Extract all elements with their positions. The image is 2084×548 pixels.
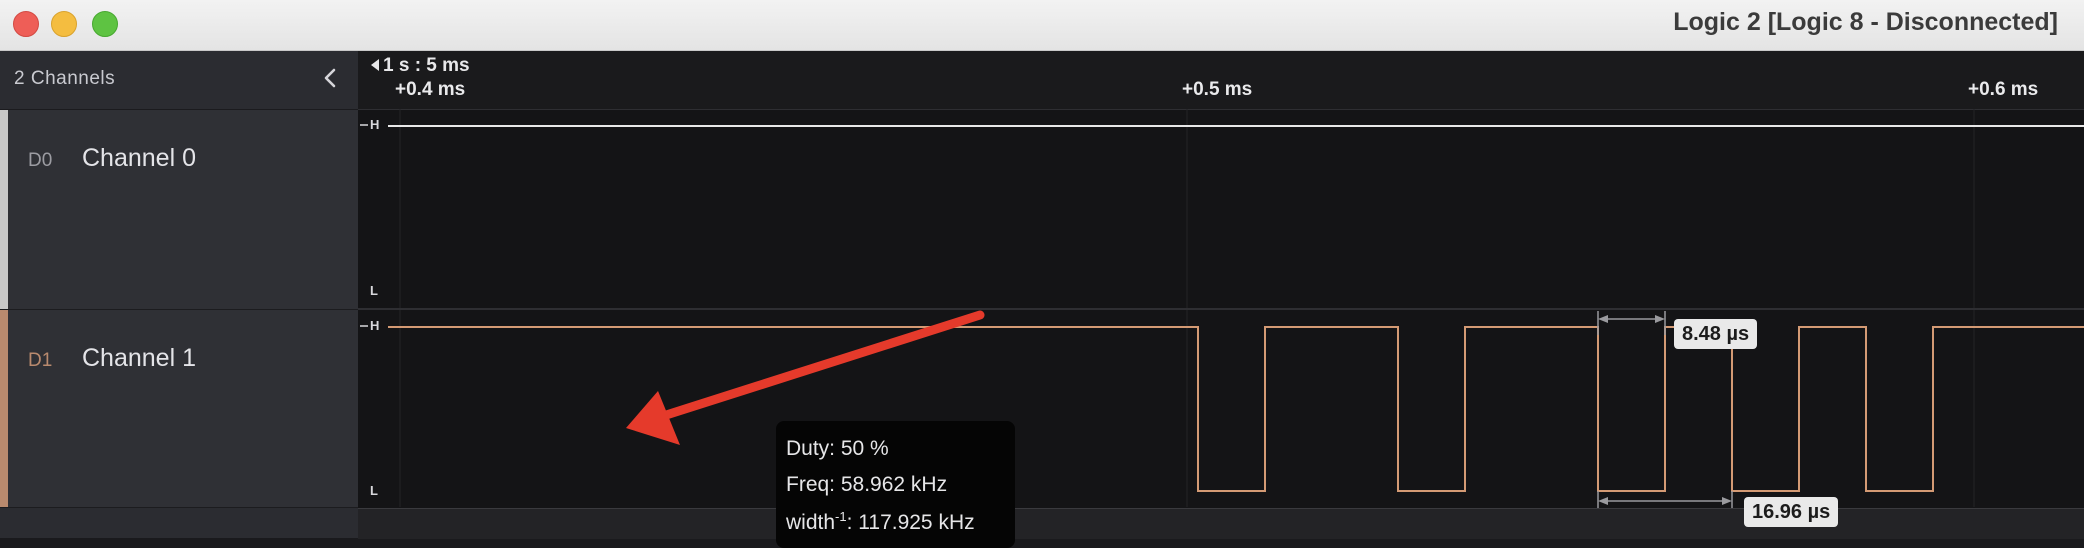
channel-1-trace: [388, 326, 2084, 492]
close-window-button[interactable]: [13, 11, 39, 37]
pulse-width-marker: [1597, 311, 1666, 335]
chevron-left-icon[interactable]: [316, 63, 346, 93]
channel-color-bar: [0, 310, 8, 507]
waveform-view[interactable]: 1 s : 5 ms +0.4 ms +0.5 ms +0.6 ms H L H…: [358, 51, 2084, 548]
pulse-width-label: 8.48 µs: [1674, 319, 1758, 349]
zoom-window-button[interactable]: [92, 11, 118, 37]
channel-code: D1: [28, 350, 53, 371]
channel-code: D0: [28, 150, 53, 171]
period-label: 16.96 µs: [1744, 497, 1839, 527]
sidebar-footer: [0, 508, 358, 538]
high-level-label: H: [370, 318, 380, 333]
duty-cycle-value: Duty: 50 %: [786, 437, 889, 460]
sidebar-header: 2 Channels: [0, 51, 358, 110]
measurement-tooltip: Duty: 50 % Freq: 58.962 kHz width-1: 117…: [776, 421, 1015, 548]
channel-name[interactable]: Channel 0: [82, 144, 196, 173]
frequency-value: Freq: 58.962 kHz: [786, 473, 948, 496]
minimize-window-button[interactable]: [51, 11, 77, 37]
low-level-label: L: [370, 283, 378, 298]
inverse-width-value: width-1: 117.925 kHz: [786, 509, 975, 534]
window-title: Logic 2 [Logic 8 - Disconnected]: [1673, 8, 2058, 36]
low-level-label: L: [370, 483, 378, 498]
channel-count: 2 Channels: [14, 68, 116, 89]
period-marker: [1597, 491, 1733, 509]
channel-row-0[interactable]: D0 Channel 0: [0, 110, 358, 310]
channel-sidebar: 2 Channels D0 Channel 0 D1 Channel 1: [0, 51, 358, 538]
high-level-label: H: [370, 117, 380, 132]
title-bar: Logic 2 [Logic 8 - Disconnected]: [0, 0, 2084, 51]
channel-name[interactable]: Channel 1: [82, 344, 196, 373]
waveform-canvas: [358, 109, 2084, 509]
channel-row-1[interactable]: D1 Channel 1: [0, 310, 358, 508]
channel-color-bar: [0, 110, 8, 309]
